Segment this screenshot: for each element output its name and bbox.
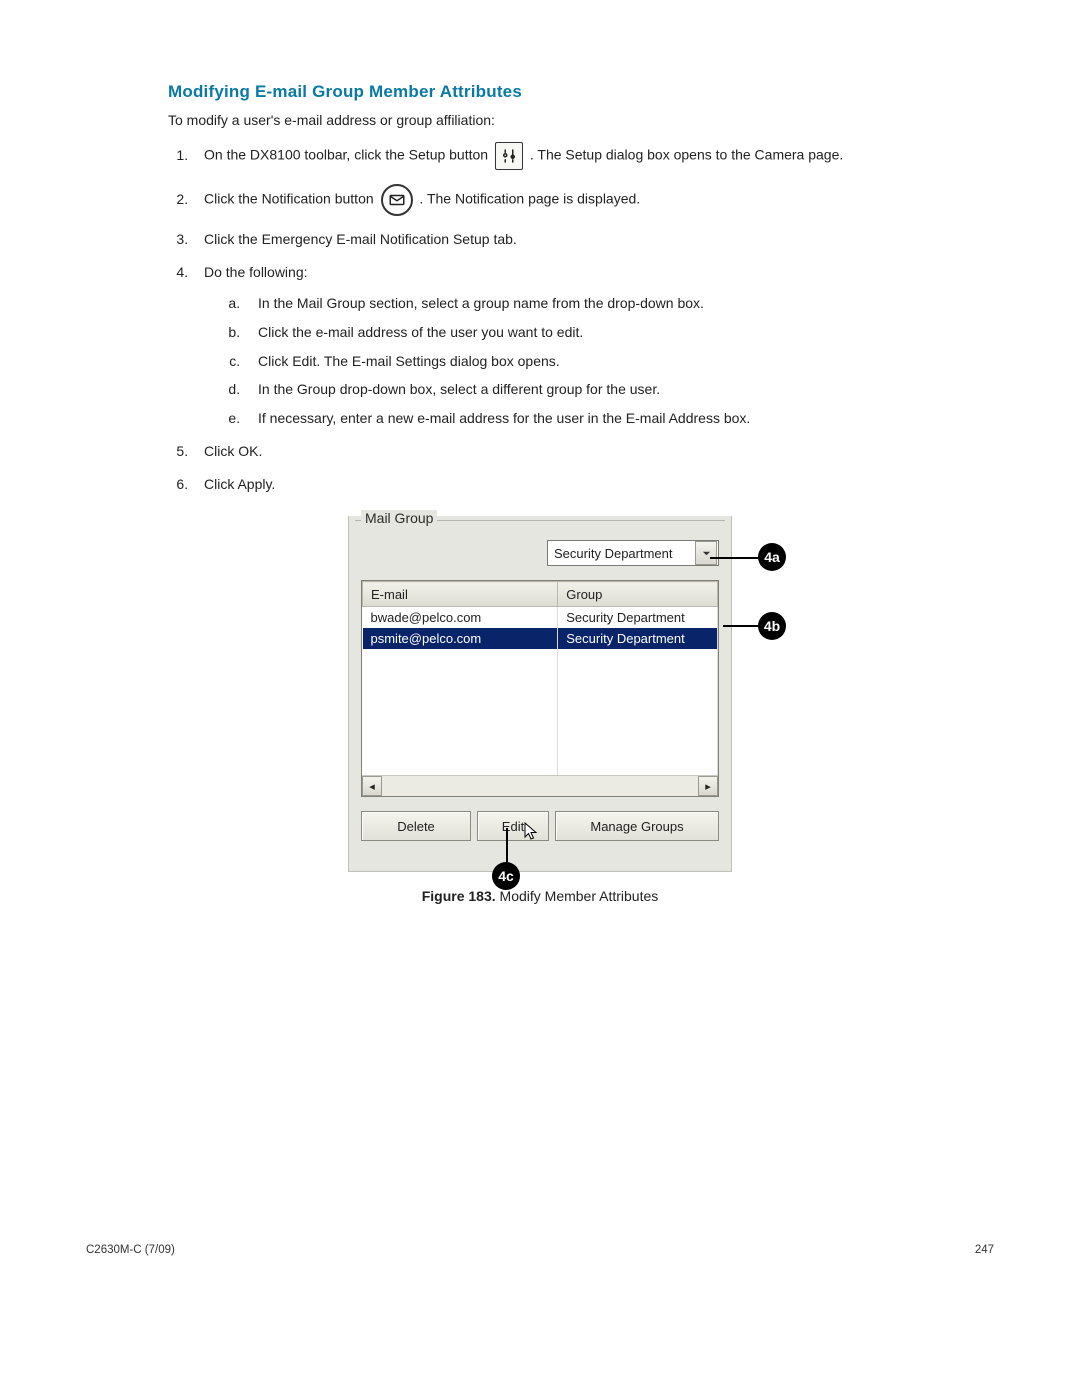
group-dropdown-value: Security Department <box>548 546 694 561</box>
members-table: E-mail Group bwade@pelco.com Security De… <box>362 581 718 775</box>
procedure-list: On the DX8100 toolbar, click the Setup b… <box>192 142 994 494</box>
footer-doc-id: C2630M-C (7/09) <box>86 1244 175 1256</box>
step-3: Click the Emergency E-mail Notification … <box>192 230 994 249</box>
figure-caption: Figure 183. Modify Member Attributes <box>86 888 994 904</box>
step-4e: If necessary, enter a new e-mail address… <box>244 409 994 428</box>
dropdown-arrow-icon[interactable] <box>695 541 717 565</box>
step-5: Click OK. <box>192 442 994 461</box>
cursor-icon <box>524 822 540 842</box>
step-4d: In the Group drop-down box, select a dif… <box>244 380 994 399</box>
step-1a-text: On the DX8100 toolbar, click the Setup b… <box>204 147 492 163</box>
group-dropdown[interactable]: Security Department <box>547 540 719 566</box>
step-6: Click Apply. <box>192 475 994 494</box>
delete-button[interactable]: Delete <box>361 811 471 841</box>
caption-label: Figure 183. <box>422 888 496 904</box>
mail-group-legend: Mail Group <box>361 510 437 526</box>
step-2: Click the Notification button . The Noti… <box>192 184 994 216</box>
setup-icon <box>495 142 523 170</box>
footer-page-number: 247 <box>975 1244 994 1256</box>
step-4: Do the following: In the Mail Group sect… <box>192 263 994 428</box>
cell-email: psmite@pelco.com <box>363 628 558 649</box>
table-row[interactable] <box>363 649 718 670</box>
members-table-container: E-mail Group bwade@pelco.com Security De… <box>361 580 719 797</box>
step-1: On the DX8100 toolbar, click the Setup b… <box>192 142 994 170</box>
table-row[interactable] <box>363 712 718 733</box>
caption-text: Modify Member Attributes <box>496 888 659 904</box>
step-4b: Click the e-mail address of the user you… <box>244 323 994 342</box>
table-row[interactable] <box>363 670 718 691</box>
section-heading: Modifying E-mail Group Member Attributes <box>168 82 994 102</box>
table-row[interactable]: bwade@pelco.com Security Department <box>363 607 718 629</box>
notification-icon <box>381 184 413 216</box>
sub-steps: In the Mail Group section, select a grou… <box>244 294 994 428</box>
cell-group: Security Department <box>558 628 718 649</box>
step-2a-text: Click the Notification button <box>204 191 378 207</box>
figure: Mail Group Security Department E-mail Gr… <box>86 516 994 872</box>
edit-button-label: Edit <box>502 819 524 834</box>
table-row-selected[interactable]: psmite@pelco.com Security Department <box>363 628 718 649</box>
cell-email: bwade@pelco.com <box>363 607 558 629</box>
step-2b-text: . The Notification page is displayed. <box>419 191 640 207</box>
step-4-text: Do the following: <box>204 264 308 280</box>
mail-group-panel: Mail Group Security Department E-mail Gr… <box>348 516 732 872</box>
table-row[interactable] <box>363 754 718 775</box>
step-1b-text: . The Setup dialog box opens to the Came… <box>530 147 843 163</box>
callout-4b: 4b <box>758 612 786 640</box>
scroll-right-icon[interactable]: ▸ <box>698 776 718 796</box>
h-scrollbar[interactable]: ◂ ▸ <box>362 775 718 796</box>
callout-4a: 4a <box>758 543 786 571</box>
step-4a: In the Mail Group section, select a grou… <box>244 294 994 313</box>
intro-text: To modify a user's e-mail address or gro… <box>168 112 994 128</box>
col-header-group[interactable]: Group <box>558 582 718 607</box>
scroll-track[interactable] <box>382 776 698 796</box>
col-header-email[interactable]: E-mail <box>363 582 558 607</box>
scroll-left-icon[interactable]: ◂ <box>362 776 382 796</box>
edit-button[interactable]: Edit <box>477 811 549 841</box>
cell-group: Security Department <box>558 607 718 629</box>
table-row[interactable] <box>363 691 718 712</box>
step-4c: Click Edit. The E-mail Settings dialog b… <box>244 352 994 371</box>
table-row[interactable] <box>363 733 718 754</box>
manage-groups-button[interactable]: Manage Groups <box>555 811 719 841</box>
